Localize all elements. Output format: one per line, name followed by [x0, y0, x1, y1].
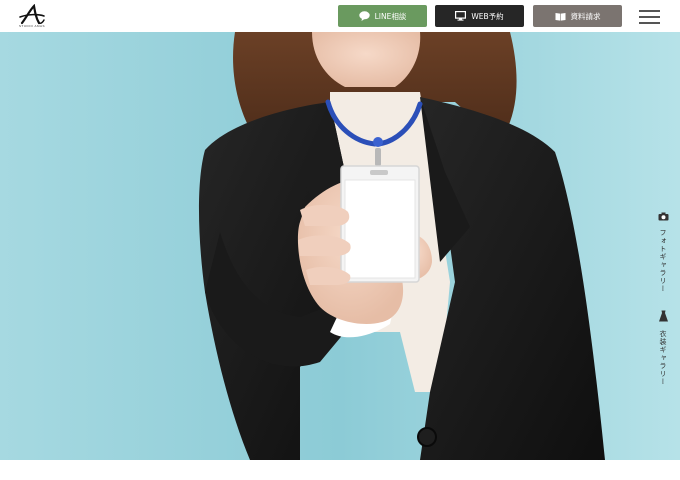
- hero-image: [0, 32, 680, 460]
- hamburger-menu-icon[interactable]: [639, 10, 660, 24]
- document-request-button[interactable]: 資料請求: [533, 5, 622, 27]
- photo-gallery-label: フォトギャラリー: [659, 229, 667, 293]
- book-icon: [555, 12, 566, 21]
- web-reservation-label: WEB予約: [471, 11, 504, 21]
- line-consult-button[interactable]: LINE相談: [338, 5, 427, 27]
- line-chat-icon: [358, 11, 370, 21]
- camera-icon: [658, 206, 669, 225]
- content-band: [0, 460, 680, 480]
- document-request-label: 資料請求: [570, 11, 601, 21]
- logo-subtext: STUDIO AMAS: [18, 24, 45, 28]
- line-consult-label: LINE相談: [374, 11, 407, 21]
- photo-gallery-link[interactable]: フォトギャラリー: [653, 206, 673, 293]
- costume-gallery-link[interactable]: 衣装ギャラリー: [653, 307, 673, 386]
- monitor-icon: [455, 11, 467, 21]
- side-navigation: フォトギャラリー 衣装ギャラリー: [653, 206, 673, 386]
- web-reservation-button[interactable]: WEB予約: [435, 5, 524, 27]
- costume-gallery-label: 衣装ギャラリー: [659, 330, 667, 386]
- dress-icon: [658, 307, 669, 326]
- site-header: STUDIO AMAS LINE相談 WEB予約 資料請求: [0, 0, 680, 32]
